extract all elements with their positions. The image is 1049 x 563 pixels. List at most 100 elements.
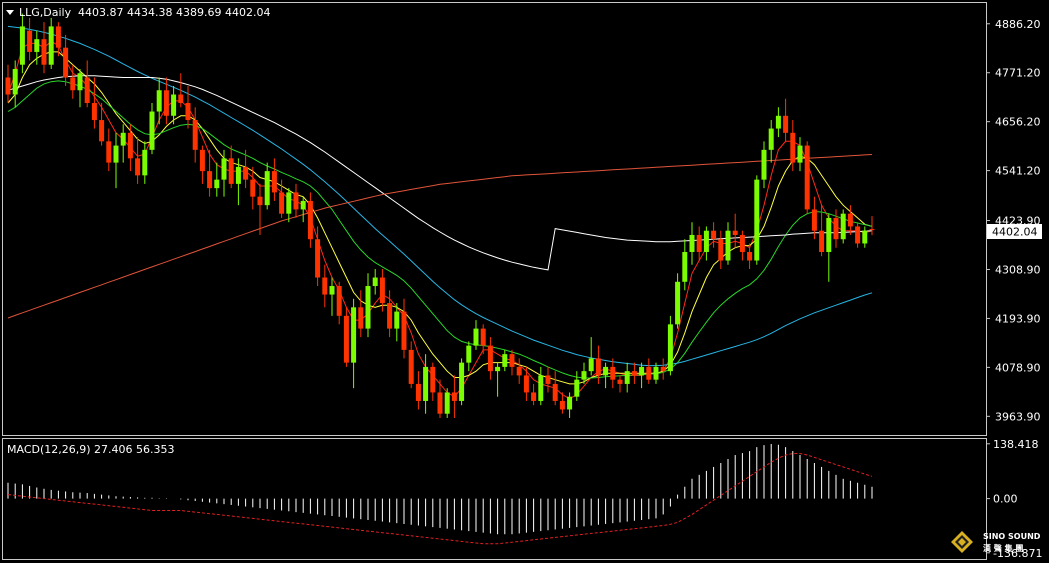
ohlc-values: 4403.87 4434.38 4389.69 4402.04	[78, 6, 270, 19]
bull-candle	[639, 366, 645, 376]
macd-series	[7, 443, 873, 545]
bull-candle	[495, 366, 501, 372]
bear-candle	[41, 39, 47, 65]
bull-candle	[624, 371, 630, 384]
macd-axis: 138.4180.00-136.871	[986, 438, 1042, 560]
bear-candle	[811, 209, 817, 231]
chart-menu-triangle-icon[interactable]	[6, 10, 14, 15]
bear-candle	[711, 230, 717, 240]
bull-candle	[502, 354, 508, 367]
bear-candle	[415, 383, 421, 401]
bear-candle	[336, 286, 342, 316]
bear-candle	[387, 303, 393, 329]
bear-candle	[63, 47, 69, 78]
symbol-label: LLG,Daily	[19, 6, 72, 19]
bear-candle	[430, 366, 436, 393]
bear-candle	[696, 234, 702, 252]
bear-candle	[257, 196, 263, 206]
price-tick-label: 4886.20	[995, 18, 1041, 31]
bull-candle	[682, 251, 688, 282]
price-tick-label: 4193.90	[995, 312, 1041, 325]
bear-candle	[487, 345, 493, 372]
bear-candle	[307, 200, 313, 240]
bear-candle	[185, 103, 191, 121]
bear-candle	[559, 400, 565, 410]
bear-candle	[199, 149, 205, 172]
bear-candle	[5, 77, 11, 95]
watermark-subtext: 漢 聲 集 團	[983, 543, 1023, 553]
main-pane-frame	[2, 2, 987, 436]
bull-candle	[466, 345, 472, 363]
bear-candle	[70, 77, 76, 91]
bear-candle	[660, 366, 666, 372]
bear-candle	[631, 371, 637, 376]
bull-candle	[459, 362, 465, 401]
bear-candle	[739, 234, 745, 252]
bear-candle	[451, 392, 457, 401]
bull-candle	[689, 234, 695, 252]
bear-candle	[523, 375, 529, 393]
macd-label: MACD(12,26,9) 27.406 56.353	[7, 443, 175, 456]
bull-candle	[19, 26, 25, 65]
bull-candle	[351, 307, 357, 363]
bull-candle	[12, 68, 18, 95]
bull-candle	[286, 192, 292, 214]
moving-averages	[7, 25, 873, 400]
bull-candle	[329, 286, 335, 295]
bull-candle	[768, 128, 774, 150]
bull-candle	[394, 311, 400, 329]
bear-candle	[322, 277, 328, 295]
price-tick-label: 4078.90	[995, 361, 1041, 374]
macd-tick-label: 0.00	[993, 493, 1018, 506]
candles	[5, 13, 875, 418]
bear-candle	[531, 392, 537, 401]
bear-candle	[847, 213, 853, 227]
price-tick-label: 3963.90	[995, 410, 1041, 423]
bear-candle	[106, 141, 112, 163]
bear-candle	[747, 251, 753, 261]
bull-candle	[775, 115, 781, 129]
bear-candle	[379, 277, 385, 304]
bear-candle	[343, 315, 349, 363]
bear-candle	[617, 379, 623, 384]
bull-candle	[34, 39, 40, 52]
bear-candle	[509, 354, 515, 367]
bull-candle	[538, 375, 544, 401]
bull-candle	[156, 90, 162, 112]
chart-canvas: 4886.204771.204656.204541.204423.904308.…	[2, 2, 1042, 560]
bear-candle	[783, 115, 789, 133]
bear-candle	[408, 349, 414, 384]
bear-candle	[552, 383, 558, 401]
bull-candle	[603, 366, 609, 376]
watermark-name: SINO SOUND	[983, 532, 1041, 541]
bull-candle	[574, 379, 580, 397]
bull-candle	[754, 179, 760, 261]
bull-candle	[581, 371, 587, 380]
bear-candle	[732, 230, 738, 235]
bull-candle	[423, 366, 429, 401]
bull-candle	[725, 230, 731, 261]
bear-candle	[595, 358, 601, 376]
bull-candle	[473, 328, 479, 346]
diamond-logo-icon	[951, 531, 973, 553]
bear-candle	[646, 366, 652, 380]
bear-candle	[437, 392, 443, 414]
bull-candle	[675, 281, 681, 325]
bear-candle	[293, 192, 299, 210]
bear-candle	[610, 366, 616, 380]
bull-candle	[444, 392, 450, 414]
bear-candle	[545, 375, 551, 384]
bear-candle	[516, 366, 522, 376]
bull-candle	[667, 324, 673, 372]
bear-candle	[84, 77, 90, 104]
bear-candle	[718, 239, 724, 261]
bull-candle	[588, 358, 594, 372]
indicator-pane-frame	[2, 438, 987, 560]
bear-candle	[207, 171, 213, 189]
bear-candle	[790, 132, 796, 163]
bull-candle	[703, 230, 709, 252]
chart-window: 4886.20 4771.20 4656.20 4541.20 4423.90 4308.…	[0, 0, 1049, 563]
bear-candle	[358, 307, 364, 329]
bull-candle	[221, 158, 227, 180]
bull-candle	[826, 217, 832, 252]
